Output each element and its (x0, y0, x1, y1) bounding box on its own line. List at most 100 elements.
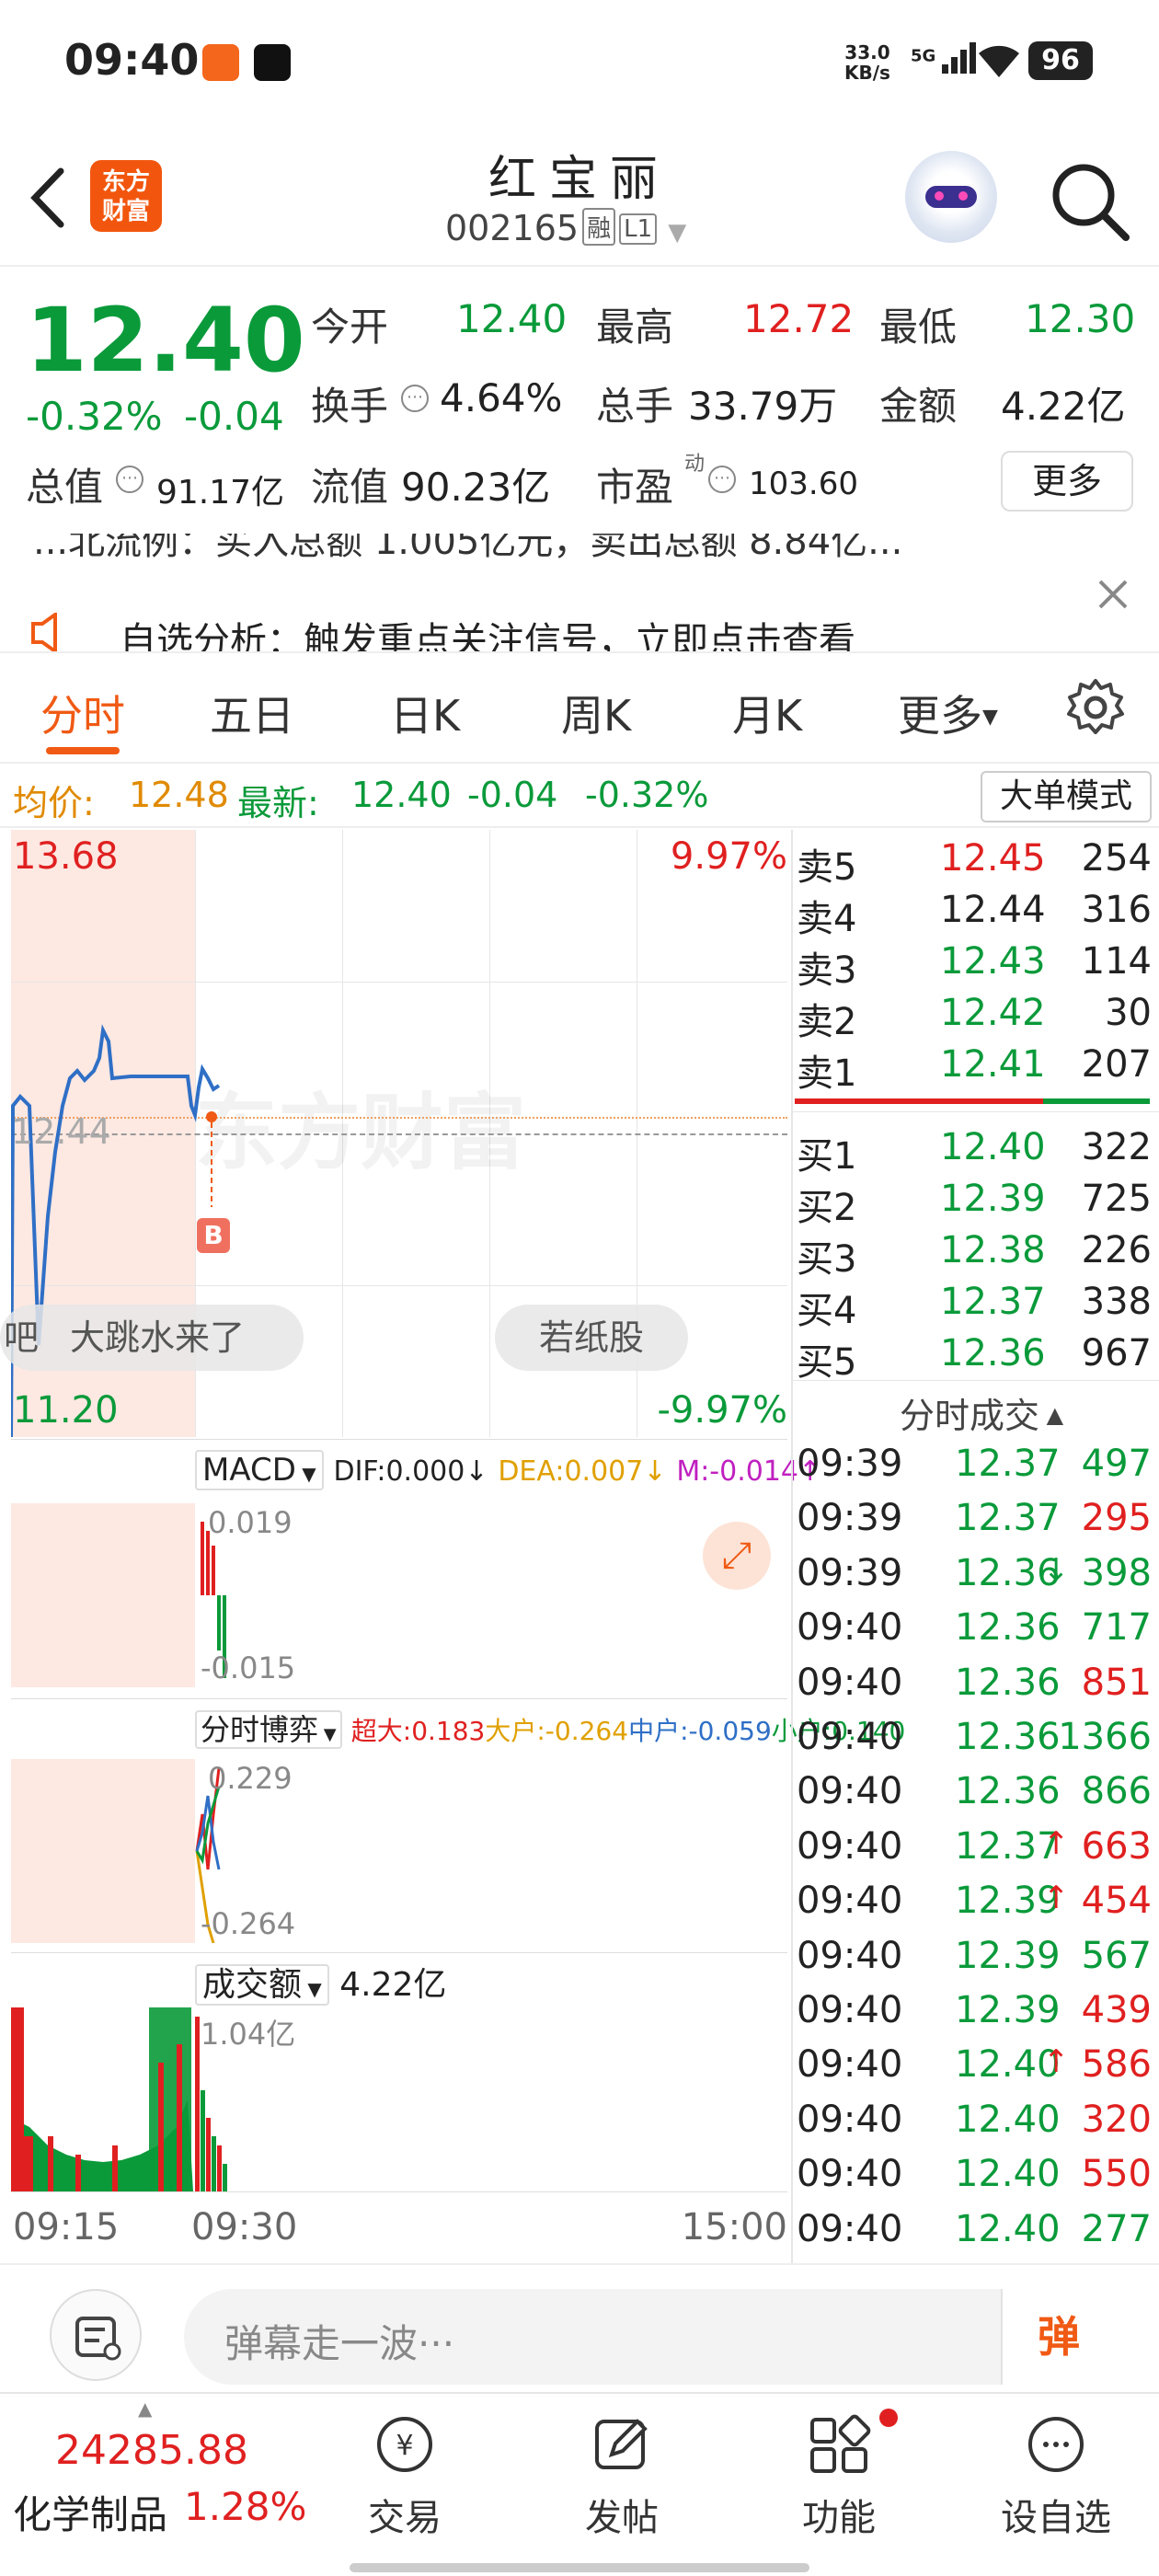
intraday-chart[interactable]: 东方财富 B 13.68 12.44 11.20 9.97% -9.97% 吧大… (0, 830, 905, 2265)
bid-label: 买4 (797, 1290, 857, 1332)
bid-price: 12.39 (940, 1178, 1046, 1220)
flow-mid: 中户:-0.059 (628, 1716, 772, 1746)
ticks-title[interactable]: 分时成交 ▲ (900, 1387, 1063, 1438)
flow-header: 分时博弈 ▼ 超大:0.183大户:-0.264中户:-0.059小户:0.14… (195, 1702, 905, 1757)
tick-time: 09:40 (797, 1989, 903, 2031)
nav-trade[interactable]: ¥ 交易 (331, 2412, 478, 2541)
ask-row: 卖1 12.41 207 (793, 1040, 1152, 1095)
price-axis-low: 11.20 (13, 1389, 119, 1432)
bid-row: 买4 12.37 338 (793, 1277, 1152, 1332)
tick-volume: 295 (1081, 1497, 1152, 1540)
tick-price: 12.36 (955, 1716, 1061, 1758)
tick-price: 12.36 (955, 1661, 1061, 1704)
bid-volume: 322 (1081, 1126, 1152, 1168)
bid-label: 买1 (797, 1135, 857, 1178)
tab-weekly-k[interactable]: 周K (561, 683, 631, 743)
net-speed: 33.0 KB/s (844, 41, 890, 84)
status-bar: 09:40 33.0 KB/s 5G 96 (0, 0, 1159, 120)
info-dot-icon[interactable]: ⋯ (401, 385, 429, 412)
flow-preopen-shade (11, 1759, 195, 1943)
tick-price: 12.36 (955, 1770, 1061, 1813)
low-label: 最低 (879, 305, 958, 350)
tab-intraday[interactable]: 分时 (40, 683, 125, 743)
search-icon[interactable] (1049, 160, 1131, 243)
tick-row: 09:40 12.36 717 (793, 1604, 1152, 1659)
tab-five-day[interactable]: 五日 (210, 683, 294, 743)
low-value: 12.30 (1025, 296, 1136, 341)
tick-row: 09:39 12.37 295 (793, 1495, 1152, 1549)
comment-list-button[interactable] (50, 2289, 142, 2381)
open-value: 12.40 (456, 296, 568, 341)
amount-label: 金额 (879, 384, 958, 429)
pe-superscript: 动 (684, 453, 706, 476)
bid-row: 买5 12.36 967 (793, 1328, 1152, 1384)
flow-axis-high: 0.229 (208, 1761, 293, 1796)
tick-time: 09:40 (797, 2153, 903, 2196)
tick-row: 09:40 12.40 ↑ 586 (793, 2041, 1152, 2096)
expand-icon[interactable]: ⤢ (703, 1522, 771, 1590)
nav-post[interactable]: 发帖 (548, 2412, 695, 2541)
more-button[interactable]: 更多 (1001, 451, 1133, 512)
buy-marker[interactable]: B (197, 1218, 230, 1253)
danmaku-input[interactable]: 弹幕走一波··· 弹 (184, 2289, 1115, 2385)
ask-price: 12.41 (940, 1043, 1046, 1086)
tab-daily-k[interactable]: 日K (390, 683, 460, 743)
sort-up-icon: ▲ (1039, 1402, 1064, 1428)
amount-axis-max: 1.04亿 (201, 2017, 296, 2052)
change-pct: -0.32% (26, 394, 163, 439)
danmaku-bubble[interactable]: 吧大跳水来了 (0, 1305, 304, 1371)
pct-axis-low: -9.97% (657, 1389, 787, 1432)
nav-functions[interactable]: 功能 (765, 2409, 912, 2541)
sector-index[interactable]: ▲ 24285.88 化学制品 1.28% (0, 2394, 313, 2559)
tick-time: 09:40 (797, 1770, 903, 1813)
intraday-info-row: 均价: 12.48 最新: 12.40 -0.04 -0.32% 大单模式 (0, 765, 1159, 828)
ask-volume: 254 (1081, 837, 1152, 880)
clock: 09:40 (64, 35, 200, 85)
price-axis-mid: 12.44 (11, 1111, 111, 1152)
amount-header: 成交额 ▼ 4.22亿 (195, 1958, 446, 2013)
tick-time: 09:39 (797, 1551, 903, 1594)
macd-selector[interactable]: MACD ▼ (195, 1450, 324, 1490)
danmaku-bubble[interactable]: 若纸股 (495, 1305, 688, 1371)
big-order-mode-button[interactable]: 大单模式 (981, 771, 1152, 822)
time-axis-end: 15:00 (681, 2206, 787, 2248)
robot-assistant-avatar[interactable] (905, 151, 997, 243)
tab-monthly-k[interactable]: 月K (732, 683, 802, 743)
news-ticker[interactable]: ...北流例：买入总额 1.005亿元，卖出总额 8.84亿... 自选分析：触… (0, 534, 1159, 653)
tick-price: 12.40 (955, 2098, 1061, 2141)
more-circle-icon (1028, 2417, 1084, 2472)
app-notification-icon (202, 44, 239, 81)
tick-price: 12.37 (955, 1497, 1061, 1540)
nav-add-watchlist[interactable]: 设自选 (982, 2412, 1130, 2541)
info-dot-icon[interactable]: ⋯ (708, 466, 736, 493)
macd-axis-high: 0.019 (208, 1505, 293, 1540)
tick-row: 09:40 12.39 ↑ 454 (793, 1878, 1152, 1932)
time-axis-open: 09:30 (191, 2206, 298, 2248)
active-tab-underline (46, 747, 120, 754)
gear-icon[interactable] (1065, 677, 1126, 738)
yuan-circle-icon: ¥ (377, 2417, 432, 2472)
svg-text:¥: ¥ (396, 2430, 413, 2462)
bid-price: 12.38 (940, 1229, 1046, 1271)
tick-time: 09:40 (797, 1716, 903, 1758)
period-tabs: 分时 五日 日K 周K 月K 更多▼ (0, 655, 1159, 764)
tick-row: 09:39 12.36 ↓ 398 (793, 1550, 1152, 1604)
time-axis-start: 09:15 (13, 2206, 120, 2248)
ask-label: 卖1 (797, 1052, 857, 1095)
stock-code-row[interactable]: 002165 融 L1 ▼ (445, 208, 686, 248)
danmaku-placeholder: 弹幕走一波··· (224, 2321, 455, 2366)
tick-price: 12.39 (955, 1934, 1061, 1977)
mktcap-value: 91.17亿 (156, 474, 285, 512)
float-value: 90.23亿 (401, 465, 551, 510)
signal-icon: 5G (911, 39, 982, 75)
info-dot-icon[interactable]: ⋯ (116, 466, 143, 493)
info-change: -0.04 (467, 775, 558, 815)
tab-more[interactable]: 更多▼ (898, 683, 998, 743)
danmaku-send-button[interactable]: 弹 (1001, 2289, 1115, 2385)
flow-selector[interactable]: 分时博弈 ▼ (195, 1710, 342, 1749)
macd-header: MACD ▼ DIF:0.000↓ DEA:0.007↓ M:-0.014↑ (195, 1443, 821, 1498)
tick-price: 12.36 (955, 1606, 1061, 1650)
tick-volume: 851 (1081, 1661, 1152, 1704)
close-icon[interactable] (1095, 576, 1131, 613)
amount-selector[interactable]: 成交额 ▼ (195, 1964, 329, 2006)
